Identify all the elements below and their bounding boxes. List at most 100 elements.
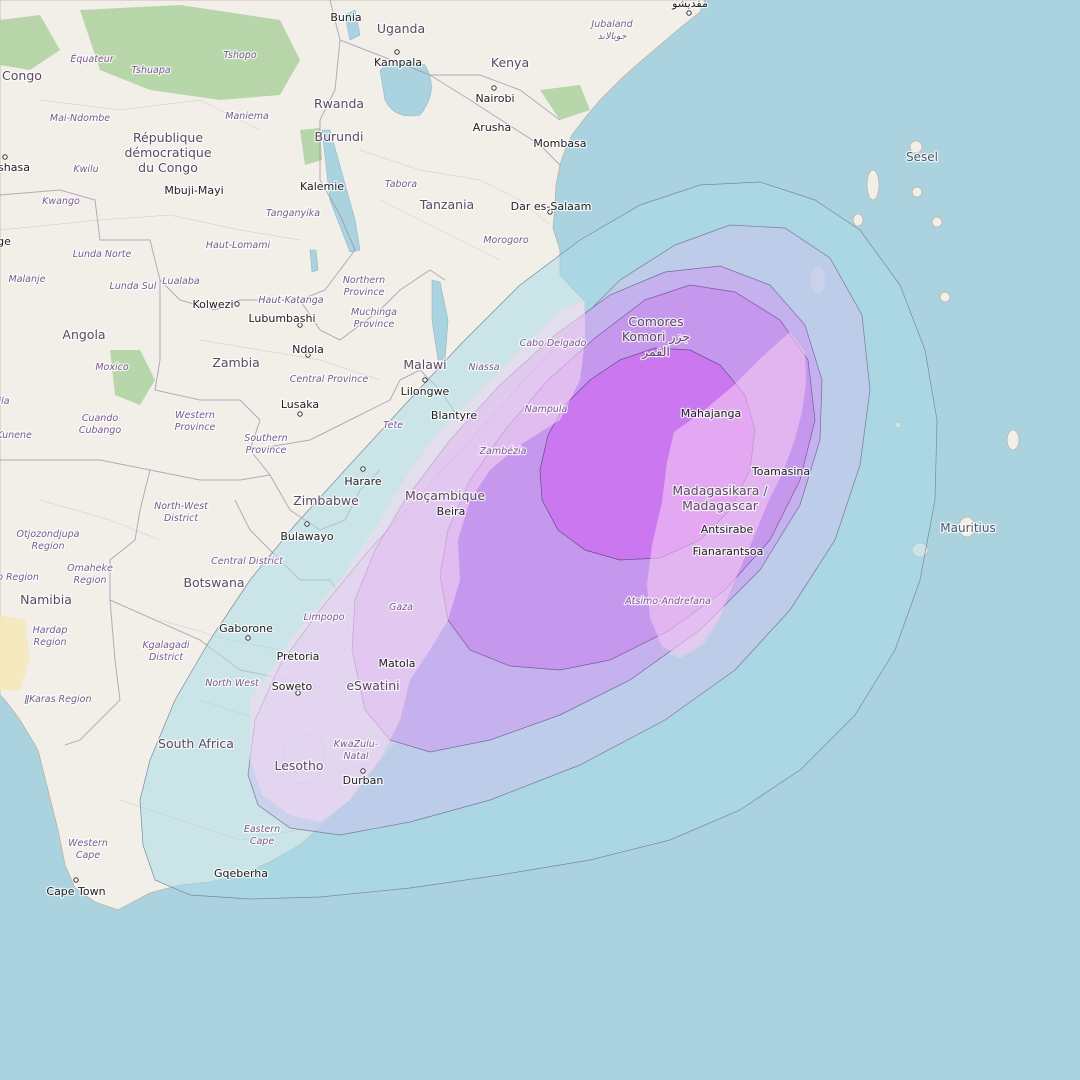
label-kgalagadi-1: Kgalagadi — [142, 640, 189, 651]
label-mozambique: Moçambique — [405, 488, 485, 503]
label-luanda-edge: ge — [0, 235, 11, 248]
label-beira: Beira — [437, 505, 466, 518]
label-ila: ila — [0, 396, 10, 407]
label-durban: Durban — [343, 774, 384, 787]
label-cuando-1: Cuando — [82, 413, 119, 424]
label-jubaland-1: Jubaland — [589, 19, 633, 30]
label-zimbabwe: Zimbabwe — [293, 493, 359, 508]
label-eastern-cape-2: Cape — [250, 836, 274, 847]
label-north-west-district-2: District — [164, 513, 199, 524]
label-matola: Matola — [378, 657, 415, 670]
label-omaheke-2: Region — [74, 575, 107, 586]
label-western-1: Western — [175, 410, 215, 421]
label-cape-town: Cape Town — [46, 885, 105, 898]
label-toamasina: Toamasina — [751, 465, 810, 478]
label-tshuapa: Tshuapa — [131, 65, 171, 76]
label-southern-1: Southern — [244, 433, 287, 444]
label-western-cape-2: Cape — [76, 850, 100, 861]
label-limpopo: Limpopo — [304, 612, 345, 623]
label-dar-es-salaam: Dar es-Salaam — [511, 200, 592, 213]
label-northern-2: Province — [344, 287, 385, 298]
label-tabora: Tabora — [385, 179, 417, 190]
label-jubaland-2: جوبالاند — [597, 31, 626, 42]
label-omaheke-1: Omaheke — [67, 563, 113, 574]
label-uganda: Uganda — [377, 21, 425, 36]
label-bulawayo: Bulawayo — [280, 530, 334, 543]
label-gaborone: Gaborone — [219, 622, 273, 635]
label-mogadishu: مقديشو — [671, 0, 708, 10]
label-ndola: Ndola — [292, 343, 324, 356]
label-north-west-district-1: North-West — [154, 501, 209, 512]
label-otjozondjupa-2: Region — [32, 541, 65, 552]
label-kalemie: Kalemie — [300, 180, 344, 193]
label-lusaka: Lusaka — [281, 398, 319, 411]
label-south-africa: South Africa — [158, 736, 234, 751]
label-kzn-1: KwaZulu- — [334, 739, 379, 750]
label-haut-katanga: Haut-Katanga — [258, 295, 323, 306]
label-north-west: North West — [205, 678, 260, 689]
label-lunda-sul: Lunda Sul — [110, 281, 157, 292]
label-lilongwe: Lilongwe — [401, 385, 450, 398]
label-hardap-1: Hardap — [33, 625, 68, 636]
label-kampala: Kampala — [374, 56, 422, 69]
label-kinshasa: shasa — [0, 161, 30, 174]
label-congo: Congo — [2, 68, 42, 83]
label-angola: Angola — [62, 327, 105, 342]
label-mahajanga: Mahajanga — [681, 407, 741, 420]
label-lubumbashi: Lubumbashi — [248, 312, 315, 325]
label-ilkaras: ǁKaras Region — [24, 694, 91, 705]
coverage-map[interactable]: Uganda Kenya Rwanda Burundi Congo Républ… — [0, 0, 1080, 1080]
label-western-2: Province — [175, 422, 216, 433]
label-fianarantsoa: Fianarantsoa — [693, 545, 764, 558]
label-kenya: Kenya — [491, 55, 529, 70]
label-erongo: o Region — [0, 572, 39, 583]
label-comores-2: Komori جزر — [622, 329, 690, 345]
label-central-district: Central District — [211, 556, 284, 567]
label-southern-2: Province — [246, 445, 287, 456]
label-eastern-cape-1: Eastern — [244, 824, 280, 835]
label-lesotho: Lesotho — [274, 758, 323, 773]
label-antsirabe: Antsirabe — [701, 523, 754, 536]
label-tshopo: Tshopo — [223, 50, 256, 61]
label-otjozondjupa-1: Otjozondjupa — [16, 529, 79, 540]
label-equateur: Équateur — [70, 53, 114, 65]
label-nampula: Nampula — [525, 404, 568, 415]
label-mai-ndombe: Mai-Ndombe — [50, 113, 110, 124]
label-malanje: Malanje — [9, 274, 46, 285]
label-tete: Tete — [383, 420, 403, 431]
label-nairobi: Nairobi — [475, 92, 514, 105]
label-seychelles: Sesel — [906, 150, 938, 164]
label-madagascar-2: Madagascar — [682, 498, 759, 513]
label-mbuji-mayi: Mbuji-Mayi — [164, 184, 223, 197]
label-gqeberha: Gqeberha — [214, 867, 268, 880]
label-cuando-2: Cubango — [79, 425, 122, 436]
label-hardap-2: Region — [34, 637, 67, 648]
label-morogoro: Morogoro — [483, 235, 528, 246]
label-namibia: Namibia — [20, 592, 72, 607]
label-pretoria: Pretoria — [277, 650, 320, 663]
label-madagascar-1: Madagasikara / — [672, 483, 768, 498]
label-harare: Harare — [344, 475, 382, 488]
label-burundi: Burundi — [315, 129, 364, 144]
label-muchinga-2: Province — [354, 319, 395, 330]
label-mombasa: Mombasa — [533, 137, 586, 150]
label-mauritius: Mauritius — [940, 521, 995, 535]
label-maniema: Maniema — [225, 111, 269, 122]
label-soweto: Soweto — [272, 680, 313, 693]
label-drc-2: démocratique — [124, 145, 211, 160]
label-lualaba: Lualaba — [162, 276, 200, 287]
label-blantyre: Blantyre — [431, 409, 477, 422]
label-eswatini: eSwatini — [346, 678, 399, 693]
label-arusha: Arusha — [473, 121, 511, 134]
label-zambezia: Zambézia — [479, 446, 527, 457]
label-muchinga-1: Muchinga — [351, 307, 397, 318]
label-kwilu: Kwilu — [73, 164, 98, 175]
label-northern-1: Northern — [343, 275, 385, 286]
label-moxico: Moxico — [95, 362, 128, 373]
label-western-cape-1: Western — [68, 838, 108, 849]
label-atsimo: Atsimo-Andrefana — [624, 596, 711, 607]
map-canvas: Uganda Kenya Rwanda Burundi Congo Républ… — [0, 0, 1080, 1080]
label-kunene: Kunene — [0, 430, 32, 441]
label-comores-3: القمر — [641, 344, 670, 360]
label-comores-1: Comores — [628, 314, 683, 329]
